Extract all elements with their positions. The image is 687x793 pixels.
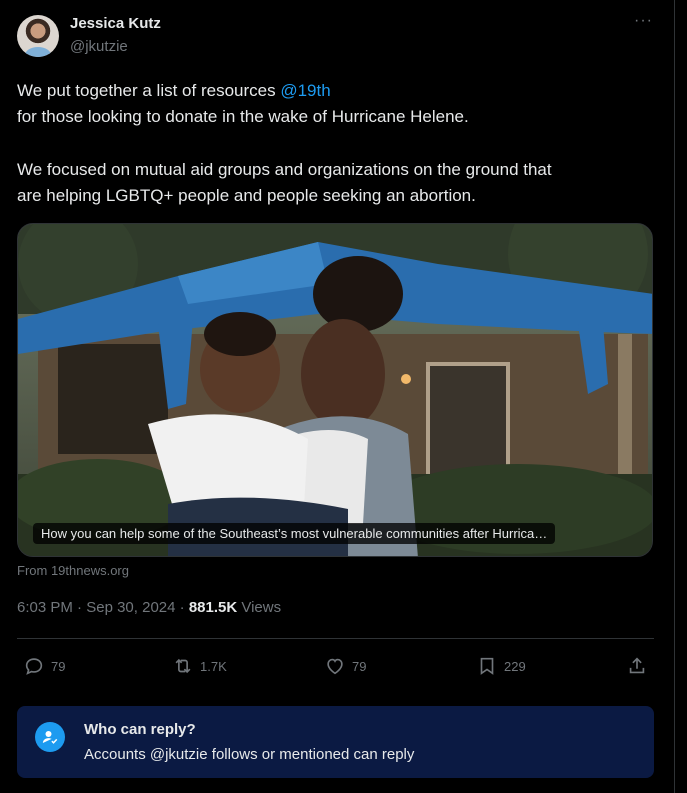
link-card-image[interactable]: How you can help some of the Southeast’s… <box>17 223 653 557</box>
bookmark-button[interactable]: 229 <box>476 654 526 678</box>
avatar[interactable] <box>17 15 59 57</box>
more-options-icon[interactable]: ··· <box>634 12 653 30</box>
reply-restriction-notice: Who can reply? Accounts @jkutzie follows… <box>17 706 654 778</box>
tweet: Jessica Kutz @jkutzie ··· We put togethe… <box>0 0 675 793</box>
tweet-text-line-3: We focused on mutual aid groups and orga… <box>17 160 552 179</box>
tweet-text-line-1: We put together a list of resources @19t… <box>17 81 331 100</box>
heart-icon <box>327 658 343 675</box>
repost-icon <box>175 658 191 674</box>
reply-notice-subtitle: Accounts @jkutzie follows or mentioned c… <box>84 746 415 763</box>
repost-count: 1.7K <box>200 658 227 674</box>
author-handle[interactable]: @jkutzie <box>70 38 128 55</box>
share-icon <box>629 657 645 674</box>
bookmark-count: 229 <box>504 658 526 674</box>
bookmark-icon <box>480 657 494 675</box>
share-button[interactable] <box>626 654 654 678</box>
reply-icon <box>25 658 43 675</box>
tweet-text-line-2: for those looking to donate in the wake … <box>17 107 469 126</box>
user-check-icon <box>35 722 65 752</box>
reply-button[interactable]: 79 <box>23 654 65 678</box>
repost-button[interactable]: 1.7K <box>172 654 227 678</box>
link-card-source[interactable]: From 19thnews.org <box>17 563 129 578</box>
reply-count: 79 <box>51 658 66 674</box>
link-card-title[interactable]: How you can help some of the Southeast’s… <box>33 523 556 544</box>
tweet-meta: 6:03 PM · Sep 30, 2024 · 881.5K Views <box>17 599 282 616</box>
tweet-text-line-4: are helping LGBTQ+ people and people see… <box>17 186 476 205</box>
views-count: 881.5K <box>188 599 238 616</box>
divider <box>17 638 654 639</box>
reply-notice-title: Who can reply? <box>84 721 196 738</box>
article-photo <box>18 224 652 556</box>
views-label: Views <box>237 599 282 616</box>
like-button[interactable]: 79 <box>324 654 366 678</box>
author-name[interactable]: Jessica Kutz <box>70 15 161 32</box>
like-count: 79 <box>352 658 367 674</box>
post-date[interactable]: Sep 30, 2024 <box>86 599 175 616</box>
mention-link[interactable]: @19th <box>280 81 330 100</box>
post-time[interactable]: 6:03 PM <box>17 599 73 616</box>
